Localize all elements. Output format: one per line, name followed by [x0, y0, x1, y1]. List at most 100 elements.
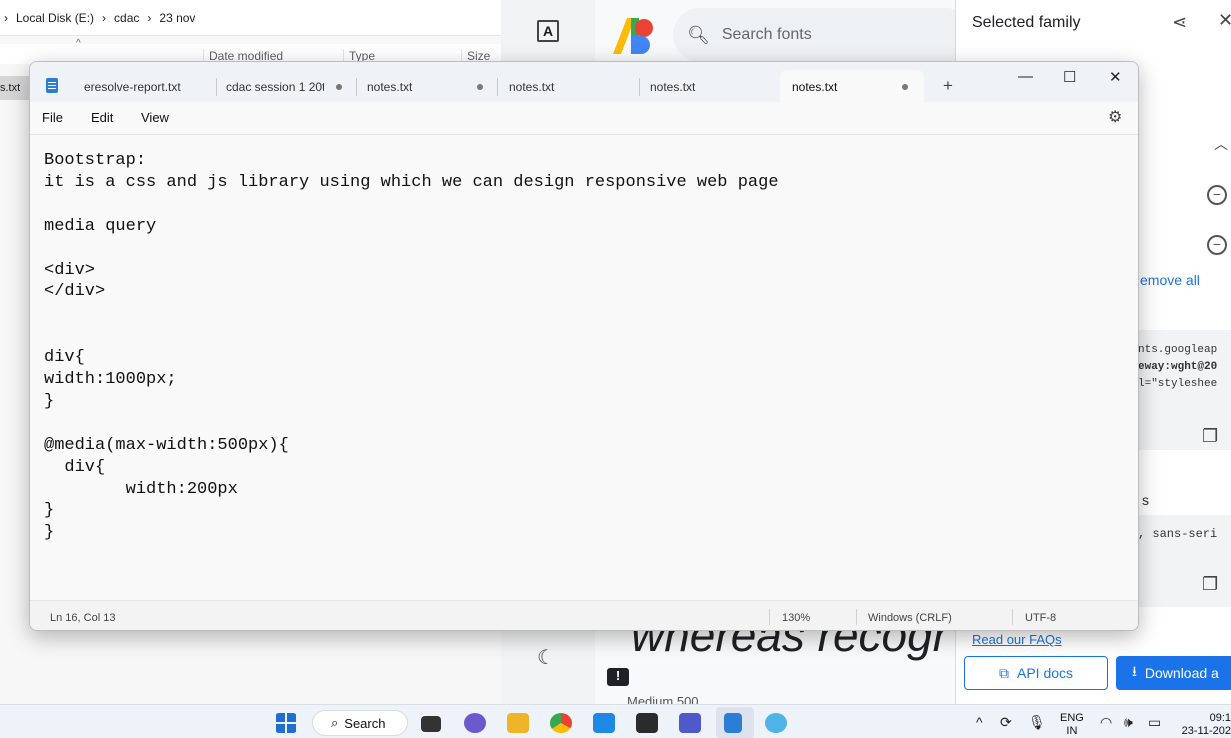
- notepad-app-icon: [46, 78, 58, 93]
- text-line: width:1000px;: [44, 370, 177, 389]
- share-icon[interactable]: ⋖: [1172, 12, 1187, 33]
- windows-start-icon[interactable]: [275, 713, 297, 733]
- text-line: Bootstrap:: [44, 151, 147, 170]
- chevron-right-icon: ›: [4, 10, 8, 25]
- tab-notes-2[interactable]: notes.txt: [497, 70, 639, 102]
- settings-gear-icon[interactable]: ⚙: [1108, 107, 1122, 127]
- tab-label: notes.txt: [509, 80, 555, 94]
- maximize-button[interactable]: ☐: [1063, 68, 1076, 86]
- css-rules-label: s: [1142, 492, 1149, 508]
- search-placeholder: Search fonts: [721, 26, 812, 43]
- search-icon: ⌕: [331, 715, 339, 730]
- file-list-item[interactable]: s.txt: [0, 76, 30, 100]
- task-view-icon[interactable]: [421, 716, 441, 732]
- terminal-icon[interactable]: [636, 713, 658, 733]
- clock-date: 23-11-202: [1181, 725, 1231, 737]
- code-line: l="styleshee: [1138, 378, 1218, 390]
- remove-all-link[interactable]: emove all: [1140, 272, 1200, 288]
- cursor-position: Ln 16, Col 13: [50, 612, 116, 624]
- language-code: ENG: [1060, 712, 1084, 724]
- sort-up-icon: ^: [76, 38, 81, 49]
- text-line: }: [44, 523, 55, 543]
- teams-chat-icon[interactable]: [464, 713, 486, 733]
- breadcrumb-item[interactable]: Local Disk (E:): [16, 11, 94, 25]
- chevron-right-icon: ›: [102, 10, 107, 25]
- chrome-icon[interactable]: [550, 713, 572, 733]
- breadcrumb-item[interactable]: 23 nov: [159, 11, 195, 25]
- tab-cdac-session[interactable]: cdac session 1 20th: [214, 70, 356, 102]
- menu-edit[interactable]: Edit: [91, 110, 113, 125]
- api-docs-button[interactable]: ⧉ API docs: [964, 656, 1108, 690]
- remove-style-icon[interactable]: −: [1207, 235, 1227, 255]
- region-code: IN: [1066, 725, 1078, 737]
- download-icon: ⭳: [1132, 663, 1137, 679]
- unsaved-dot-icon: [902, 84, 908, 90]
- zoom-level[interactable]: 130%: [782, 612, 810, 624]
- text-line: </div>: [44, 282, 106, 302]
- search-icon: 🔍︎: [687, 24, 710, 45]
- copy-icon[interactable]: ❐: [1202, 426, 1218, 447]
- status-bar: Ln 16, Col 13 130% Windows (CRLF) UTF-8: [30, 600, 1138, 630]
- battery-icon[interactable]: ▭: [1148, 714, 1161, 731]
- text-line: div{: [44, 348, 85, 368]
- external-link-icon: ⧉: [998, 664, 1009, 681]
- text-line: media query: [44, 216, 157, 236]
- clock-time: 09:1: [1209, 712, 1231, 724]
- download-label: Download a: [1144, 665, 1219, 681]
- google-fonts-logo[interactable]: [613, 18, 653, 54]
- paint-icon[interactable]: [765, 713, 787, 733]
- microphone-icon[interactable]: 🎙︎: [1028, 714, 1046, 731]
- text-editor-area[interactable]: Bootstrap: it is a css and js library usi…: [30, 134, 1138, 600]
- tab-notes-1[interactable]: notes.txt: [355, 70, 497, 102]
- dark-mode-icon[interactable]: ☾: [537, 645, 555, 670]
- tab-label: notes.txt: [367, 80, 413, 94]
- sync-icon[interactable]: ⟳: [1000, 714, 1012, 731]
- teams-icon[interactable]: [679, 713, 701, 733]
- notepad-taskbar-icon[interactable]: [724, 713, 742, 733]
- taskbar-search-label: Search: [344, 715, 386, 731]
- chevron-up-icon[interactable]: ︿: [1214, 134, 1228, 154]
- remove-style-icon[interactable]: −: [1207, 185, 1227, 205]
- code-line: eway:wght@20: [1138, 361, 1218, 373]
- vscode-icon[interactable]: [593, 713, 615, 733]
- text-line: @media(max-width:500px){: [44, 435, 289, 455]
- clock[interactable]: 09:1 23-11-202: [1178, 712, 1231, 738]
- download-button[interactable]: ⭳ Download a: [1116, 656, 1231, 690]
- tab-label: notes.txt: [792, 80, 838, 94]
- encoding[interactable]: UTF-8: [1025, 612, 1056, 624]
- taskbar: ⌕ Search ^ ⟳ 🎙︎ ENG IN ◠ 🕪︎ ▭ 09:1 23-11…: [0, 704, 1231, 738]
- tab-notes-3[interactable]: notes.txt: [638, 70, 780, 102]
- text-line: it is a css and js library using which w…: [44, 172, 779, 192]
- feedback-icon[interactable]: !: [607, 668, 629, 686]
- language-indicator[interactable]: ENG IN: [1060, 712, 1084, 738]
- text-line: div{: [44, 457, 106, 477]
- menu-file[interactable]: File: [42, 110, 63, 125]
- fonts-nav-icon[interactable]: A: [537, 20, 559, 42]
- new-tab-button[interactable]: +: [943, 76, 953, 96]
- status-divider: [1012, 609, 1013, 625]
- close-icon[interactable]: ✕: [1218, 10, 1231, 31]
- status-divider: [856, 609, 857, 625]
- minimize-button[interactable]: —: [1018, 68, 1033, 85]
- chevron-right-icon: ›: [147, 10, 152, 25]
- faq-link[interactable]: Read our FAQs: [972, 632, 1062, 647]
- font-search-input[interactable]: 🔍︎ Search fonts: [673, 8, 973, 62]
- wifi-icon[interactable]: ◠: [1100, 714, 1112, 731]
- close-button[interactable]: ✕: [1109, 68, 1122, 86]
- api-docs-label: API docs: [1016, 665, 1074, 681]
- text-line: <div>: [44, 260, 96, 280]
- address-bar[interactable]: › Local Disk (E:) › cdac › 23 nov: [0, 0, 501, 36]
- tab-eresolve-report[interactable]: eresolve-report.txt: [72, 70, 216, 102]
- volume-icon[interactable]: 🕪︎: [1124, 714, 1133, 731]
- tab-notes-active[interactable]: notes.txt: [780, 70, 924, 102]
- file-explorer-icon[interactable]: [507, 713, 529, 733]
- menu-view[interactable]: View: [141, 110, 169, 125]
- chevron-up-icon[interactable]: ^: [976, 714, 983, 730]
- notepad-window: eresolve-report.txt cdac session 1 20th …: [29, 61, 1139, 631]
- breadcrumb-item[interactable]: cdac: [114, 11, 139, 25]
- title-bar[interactable]: eresolve-report.txt cdac session 1 20th …: [30, 62, 1138, 102]
- copy-icon[interactable]: ❐: [1202, 574, 1218, 595]
- taskbar-search[interactable]: ⌕ Search: [312, 710, 408, 736]
- line-ending[interactable]: Windows (CRLF): [868, 612, 952, 624]
- tab-label: cdac session 1 20th: [226, 80, 324, 94]
